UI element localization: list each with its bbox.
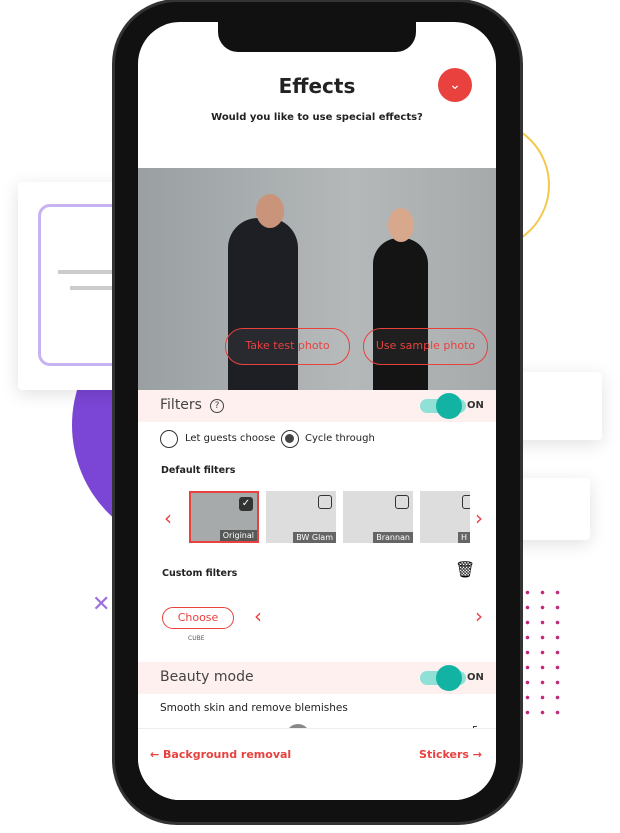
radio-label: Let guests choose: [185, 433, 276, 444]
page-subtitle: Would you like to use special effects?: [211, 112, 423, 123]
decor-x-icon: ✕: [92, 592, 111, 617]
take-test-photo-button[interactable]: Take test photo: [225, 328, 350, 365]
link-label: Stickers: [419, 748, 469, 761]
filter-label: BW Glam: [293, 532, 336, 543]
phone-notch: [218, 20, 416, 52]
radio-label: Cycle through: [305, 433, 375, 444]
default-filters-label: Default filters: [161, 465, 236, 476]
radio-cycle-through[interactable]: [281, 430, 299, 448]
trash-icon[interactable]: 🗑: [455, 560, 475, 579]
help-icon[interactable]: ?: [210, 399, 224, 413]
toggle-state: ON: [467, 400, 484, 411]
toggle-knob[interactable]: [436, 665, 462, 691]
filters-title: Filters: [160, 397, 202, 413]
toggle-state: ON: [467, 672, 484, 683]
filter-label: Original: [219, 530, 257, 541]
link-label: Background removal: [163, 748, 292, 761]
filter-thumb[interactable]: H: [420, 491, 470, 543]
arrow-left-icon: ←: [150, 748, 164, 761]
beauty-header: Beauty mode ON: [138, 662, 496, 694]
stickers-link[interactable]: Stickers →: [419, 748, 482, 761]
filter-label: Brannan: [373, 532, 413, 543]
collapse-button[interactable]: ⌄: [438, 68, 472, 102]
cube-label: CUBE: [188, 635, 205, 642]
beauty-description: Smooth skin and remove blemishes: [160, 702, 348, 714]
custom-filters-label: Custom filters: [162, 568, 238, 579]
footer-nav: ← Background removal Stickers →: [138, 728, 496, 800]
arrow-right-icon: →: [468, 748, 482, 761]
filters-header: Filters ? ON: [138, 390, 496, 422]
phone-screen: Effects ⌄ Would you like to use special …: [138, 22, 496, 800]
radio-let-guests-choose[interactable]: [160, 430, 178, 448]
filter-label: H: [457, 532, 470, 543]
filter-thumb[interactable]: ✓ Original: [189, 491, 259, 543]
choose-button[interactable]: Choose: [162, 607, 234, 629]
chevron-down-icon: ⌄: [449, 77, 461, 93]
filter-thumb[interactable]: Brannan: [343, 491, 413, 543]
prev-custom-chevron-icon[interactable]: ‹: [254, 604, 262, 628]
beauty-title: Beauty mode: [160, 669, 254, 685]
next-custom-chevron-icon[interactable]: ›: [475, 604, 483, 628]
toggle-knob[interactable]: [436, 393, 462, 419]
preview-photo: Take test photo Use sample photo: [138, 168, 496, 390]
next-filter-chevron-icon[interactable]: ›: [475, 506, 483, 530]
background-removal-link[interactable]: ← Background removal: [150, 748, 291, 761]
prev-filter-chevron-icon[interactable]: ‹: [164, 506, 172, 530]
filter-thumb[interactable]: BW Glam: [266, 491, 336, 543]
use-sample-photo-button[interactable]: Use sample photo: [363, 328, 488, 365]
